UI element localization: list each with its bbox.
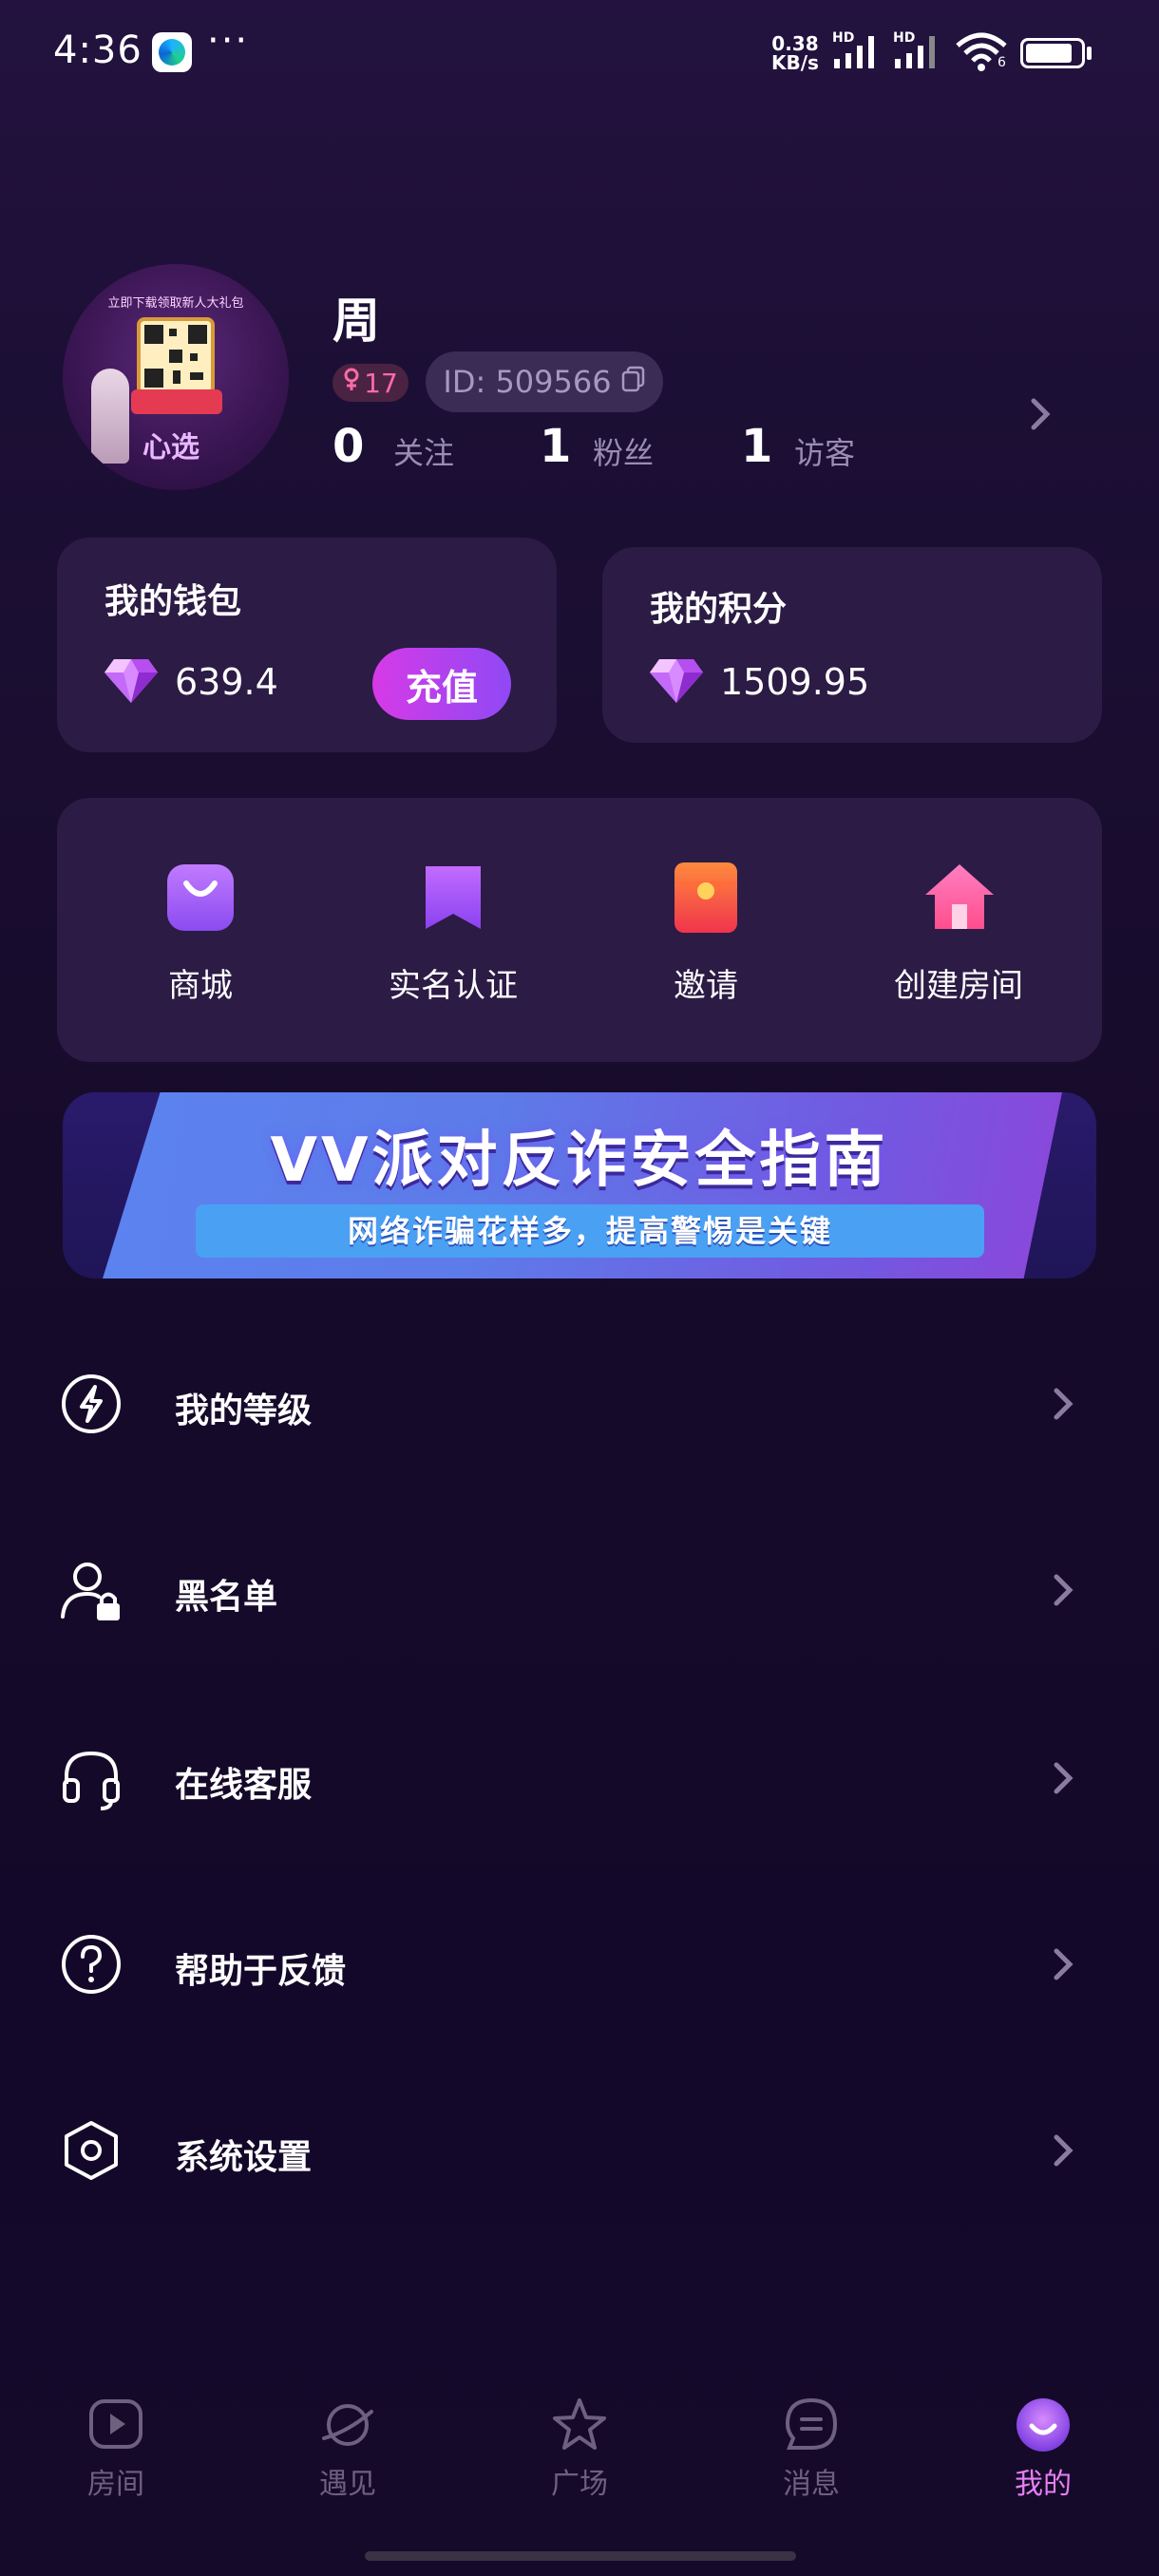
- tab-me[interactable]: 我的: [977, 2396, 1110, 2502]
- following-label[interactable]: 关注: [393, 429, 454, 473]
- planet-icon: [318, 2396, 377, 2454]
- avatar-promo-text: 立即下载领取新人大礼包: [107, 296, 244, 311]
- gift-box-icon: [131, 389, 222, 414]
- lightning-icon: [59, 1372, 124, 1436]
- notification-more-icon: ···: [207, 19, 250, 63]
- cell-signal-2-icon: HD: [893, 30, 944, 74]
- points-balance: 1509.95: [720, 661, 870, 703]
- menu-label: 在线客服: [175, 1766, 313, 1805]
- menu-item-help-feedback[interactable]: 帮助于反馈: [0, 1907, 1159, 2021]
- fans-label[interactable]: 粉丝: [593, 429, 654, 473]
- chevron-right-icon: [1043, 1569, 1085, 1611]
- network-speed: 0.38 KB/s: [771, 32, 819, 74]
- couple-figure-icon: [91, 369, 129, 464]
- quick-label-mall[interactable]: 商城: [96, 959, 305, 1006]
- chevron-right-icon: [1043, 1383, 1085, 1425]
- visitors-label[interactable]: 访客: [794, 429, 855, 473]
- nickname: 周: [332, 294, 380, 349]
- following-count[interactable]: 0: [332, 420, 364, 473]
- status-time: 4:36: [53, 28, 142, 72]
- quick-label-verify[interactable]: 实名认证: [349, 959, 558, 1006]
- battery-icon: [1020, 38, 1085, 68]
- menu-label: 帮助于反馈: [175, 1952, 347, 1991]
- menu-item-customer-service[interactable]: 在线客服: [0, 1721, 1159, 1835]
- question-icon: [59, 1932, 124, 1997]
- menu-label: 系统设置: [175, 2138, 313, 2177]
- home-indicator[interactable]: [365, 2551, 796, 2561]
- play-icon: [86, 2396, 145, 2454]
- menu-label: 我的等级: [175, 1392, 313, 1430]
- tab-label: 广场: [551, 2468, 608, 2501]
- copy-icon[interactable]: [621, 364, 646, 400]
- user-id-pill[interactable]: ID: 509566: [426, 351, 663, 412]
- battery-cap: [1087, 47, 1092, 60]
- points-card[interactable]: [602, 547, 1102, 743]
- user-lock-icon: [59, 1558, 124, 1622]
- menu-item-blacklist[interactable]: 黑名单: [0, 1533, 1159, 1647]
- wallet-title: 我的钱包: [104, 582, 242, 621]
- chevron-right-icon: [1043, 2130, 1085, 2171]
- tab-plaza[interactable]: 广场: [513, 2396, 646, 2502]
- menu-label: 黑名单: [175, 1578, 278, 1617]
- edge-browser-icon: [152, 32, 192, 72]
- tab-messages[interactable]: 消息: [745, 2396, 878, 2502]
- tab-label: 我的: [1015, 2468, 1072, 2501]
- tab-label: 房间: [87, 2468, 144, 2501]
- profile-chevron-right-icon[interactable]: [1018, 391, 1064, 437]
- qr-code-icon: [137, 317, 215, 395]
- profile-icon: [1014, 2396, 1073, 2454]
- shopping-bag-icon[interactable]: [165, 862, 236, 937]
- level-badge: 17: [332, 364, 408, 402]
- recharge-button[interactable]: 充值: [372, 648, 511, 720]
- banner-subtitle: 网络诈骗花样多，提高警惕是关键: [196, 1204, 984, 1258]
- menu-item-settings[interactable]: 系统设置: [0, 2093, 1159, 2207]
- tab-label: 消息: [783, 2468, 840, 2501]
- diamond-icon: [648, 655, 705, 709]
- chevron-right-icon: [1043, 1757, 1085, 1799]
- fans-count[interactable]: 1: [540, 420, 571, 473]
- anti-fraud-banner[interactable]: VV派对反诈安全指南 网络诈骗花样多，提高警惕是关键: [63, 1092, 1096, 1279]
- menu-item-level[interactable]: 我的等级: [0, 1347, 1159, 1461]
- tab-label: 遇见: [319, 2468, 376, 2501]
- headset-icon: [59, 1746, 124, 1810]
- avatar[interactable]: 立即下载领取新人大礼包 心选: [63, 264, 289, 490]
- house-icon[interactable]: [923, 861, 996, 937]
- quick-label-invite[interactable]: 邀请: [601, 959, 810, 1006]
- tab-rooms[interactable]: 房间: [49, 2396, 182, 2502]
- wallet-balance: 639.4: [175, 661, 278, 703]
- quick-label-create-room[interactable]: 创建房间: [854, 959, 1063, 1006]
- bookmark-icon[interactable]: [418, 862, 488, 937]
- wifi-icon: 6: [954, 30, 1009, 76]
- message-icon: [782, 2396, 841, 2454]
- female-icon: [343, 368, 360, 399]
- tab-meet[interactable]: 遇见: [281, 2396, 414, 2502]
- wallet-card[interactable]: [57, 538, 557, 752]
- hexagon-settings-icon: [59, 2118, 124, 2183]
- chevron-right-icon: [1043, 1943, 1085, 1985]
- points-title: 我的积分: [650, 590, 788, 629]
- visitors-count[interactable]: 1: [741, 420, 772, 473]
- cell-signal-1-icon: HD: [832, 30, 884, 74]
- star-icon: [550, 2396, 609, 2454]
- diamond-icon: [103, 655, 160, 709]
- red-envelope-icon[interactable]: [671, 861, 741, 938]
- avatar-brand: 心选: [142, 431, 200, 464]
- battery-level: [1026, 44, 1072, 63]
- banner-title: VV派对反诈安全指南: [270, 1126, 889, 1196]
